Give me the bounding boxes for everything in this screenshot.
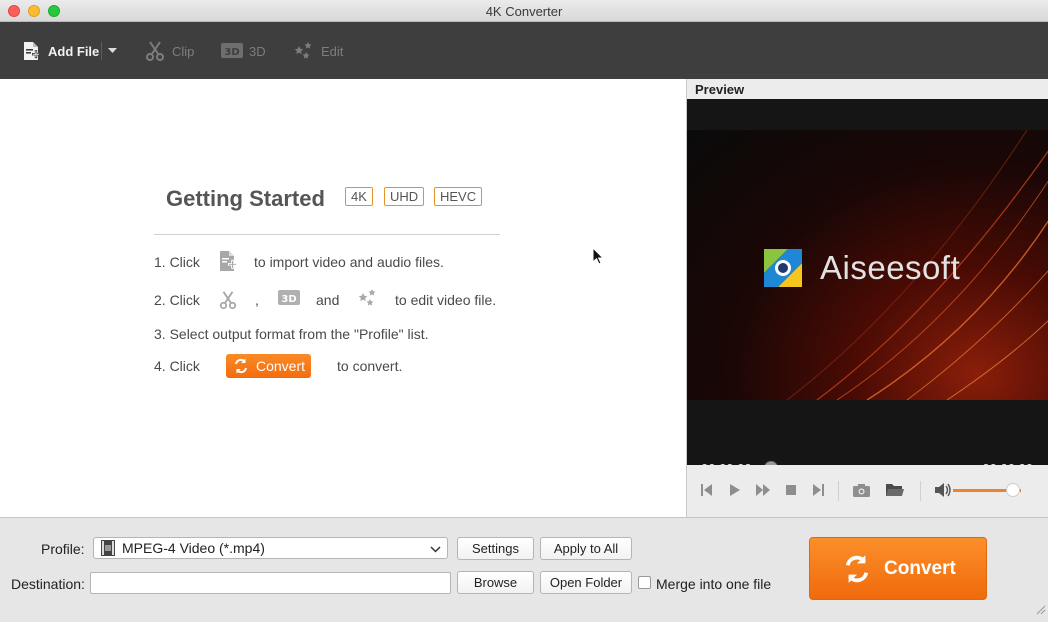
step1-prefix: 1. Click bbox=[154, 254, 200, 270]
destination-label: Destination: bbox=[11, 576, 85, 592]
profile-select[interactable]: MPEG-4 Video (*.mp4) bbox=[93, 537, 448, 559]
add-file-dropdown-button[interactable] bbox=[104, 40, 120, 62]
preview-panel: Preview Aiseesoft bbox=[686, 79, 1048, 517]
add-file-label: Add File bbox=[48, 43, 100, 59]
playback-controls bbox=[687, 465, 1048, 517]
convert-hint-label: Convert bbox=[256, 358, 306, 374]
badge-uhd: UHD bbox=[384, 187, 425, 206]
add-file-button[interactable]: Add File bbox=[20, 40, 99, 62]
chevron-down-icon bbox=[107, 48, 117, 53]
3d-icon: 3D bbox=[221, 40, 243, 62]
step2-and: and bbox=[316, 292, 340, 308]
profile-value: MPEG-4 Video (*.mp4) bbox=[122, 540, 265, 556]
convert-button[interactable]: Convert bbox=[809, 537, 987, 600]
settings-button[interactable]: Settings bbox=[457, 537, 534, 560]
badge-hevc: HEVC bbox=[434, 187, 483, 206]
toolbar: Add File Clip 3D 3D Edit bbox=[0, 22, 1048, 79]
getting-started-panel: Getting Started 4K UHD HEVC 1. Click to … bbox=[0, 79, 686, 517]
effects-stars-icon bbox=[293, 40, 315, 62]
step1-suffix: to import video and audio files. bbox=[254, 254, 444, 270]
output-settings-bar: Profile: MPEG-4 Video (*.mp4) Settings A… bbox=[0, 517, 1048, 622]
aiseesoft-logo-icon bbox=[764, 249, 802, 287]
step4-prefix: 4. Click bbox=[154, 358, 200, 374]
edit-label: Edit bbox=[321, 43, 344, 59]
step2-prefix: 2. Click bbox=[154, 292, 200, 308]
scissors-icon bbox=[218, 289, 238, 316]
chevron-down-icon bbox=[430, 542, 441, 558]
convert-button-label: Convert bbox=[884, 557, 956, 579]
add-file-icon bbox=[20, 40, 42, 62]
convert-arrows-icon bbox=[845, 554, 869, 583]
merge-label: Merge into one file bbox=[656, 576, 772, 592]
controls-divider bbox=[920, 481, 921, 501]
controls-divider bbox=[838, 481, 839, 501]
convert-arrows-icon bbox=[235, 358, 247, 374]
destination-input[interactable] bbox=[90, 572, 451, 594]
preview-video-frame: Aiseesoft bbox=[687, 130, 1048, 400]
next-frame-icon[interactable] bbox=[812, 483, 824, 502]
stop-icon[interactable] bbox=[785, 483, 797, 502]
resize-grip-icon[interactable] bbox=[1034, 602, 1046, 620]
scissors-icon bbox=[144, 40, 166, 62]
aiseesoft-logo-text: Aiseesoft bbox=[820, 249, 961, 286]
play-icon[interactable] bbox=[729, 483, 741, 502]
step3-text: 3. Select output format from the "Profil… bbox=[154, 326, 429, 342]
convert-hint-button: Convert bbox=[226, 354, 311, 378]
step2-suffix: to edit video file. bbox=[395, 292, 497, 308]
divider bbox=[154, 234, 500, 235]
open-folder-button[interactable]: Open Folder bbox=[540, 571, 632, 594]
badge-4k: 4K bbox=[345, 187, 373, 206]
previous-frame-icon[interactable] bbox=[701, 483, 713, 502]
volume-handle[interactable] bbox=[1005, 483, 1020, 497]
3d-label: 3D bbox=[249, 43, 266, 59]
preview-screen: Aiseesoft 00:00:00 00:00:00 bbox=[687, 99, 1048, 476]
3d-button[interactable]: 3D 3D bbox=[221, 40, 266, 62]
edit-button[interactable]: Edit bbox=[293, 40, 343, 62]
mpeg-format-icon bbox=[100, 540, 116, 556]
mouse-cursor-icon bbox=[592, 246, 605, 270]
browse-button[interactable]: Browse bbox=[457, 571, 534, 594]
volume-speaker-icon[interactable] bbox=[935, 483, 951, 502]
clip-button[interactable]: Clip bbox=[144, 40, 194, 62]
svg-text:3D: 3D bbox=[224, 47, 239, 58]
toolbar-divider bbox=[101, 42, 102, 60]
svg-text:3D: 3D bbox=[281, 294, 296, 305]
effects-stars-icon bbox=[357, 287, 379, 314]
app-window: 4K Converter Add File Clip 3D 3D Edit Ge… bbox=[0, 0, 1048, 622]
fast-forward-icon[interactable] bbox=[756, 483, 770, 502]
preview-label: Preview bbox=[695, 82, 745, 97]
snapshot-camera-icon[interactable] bbox=[853, 483, 870, 502]
step4-suffix: to convert. bbox=[337, 358, 403, 374]
window-title: 4K Converter bbox=[485, 4, 563, 19]
add-file-icon bbox=[217, 250, 239, 277]
step2-comma: , bbox=[255, 292, 259, 308]
title-bar: 4K Converter bbox=[0, 0, 1048, 22]
getting-started-title: Getting Started bbox=[166, 186, 325, 211]
open-folder-icon[interactable] bbox=[886, 483, 904, 502]
profile-label: Profile: bbox=[41, 541, 85, 557]
3d-icon: 3D bbox=[278, 289, 300, 312]
apply-to-all-button[interactable]: Apply to All bbox=[540, 537, 632, 560]
merge-checkbox[interactable] bbox=[638, 576, 651, 589]
clip-label: Clip bbox=[172, 43, 195, 59]
